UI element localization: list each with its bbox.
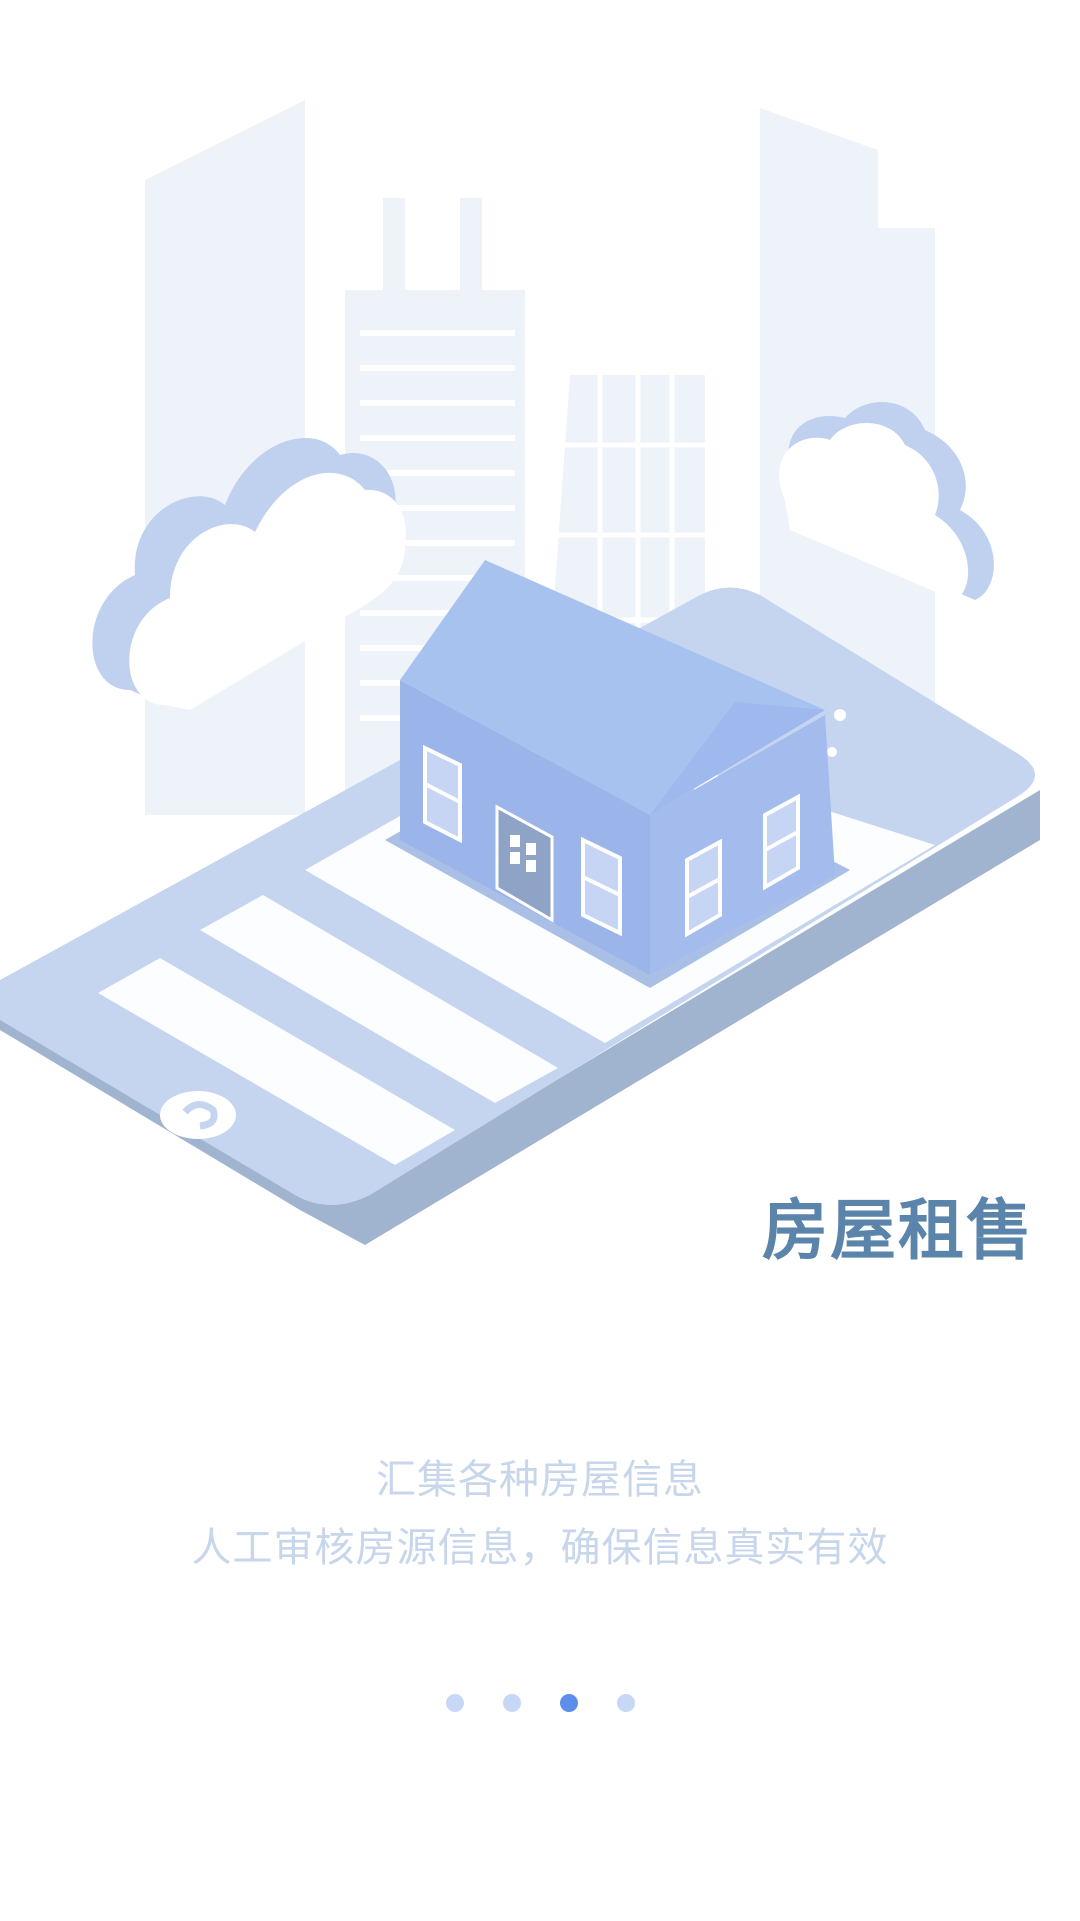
page-indicator	[0, 1694, 1080, 1712]
guide-page: 房屋租售 汇集各种房屋信息 人工审核房源信息，确保信息真实有效	[0, 0, 1080, 1921]
description-line-1: 汇集各种房屋信息	[376, 1457, 704, 1503]
page-dot[interactable]	[445, 1694, 464, 1712]
page-title: 房屋租售	[762, 1192, 1034, 1269]
page-dot[interactable]	[616, 1694, 635, 1712]
description-line-2: 人工审核房源信息，确保信息真实有效	[191, 1525, 889, 1571]
page-dot-active[interactable]	[559, 1694, 578, 1712]
page-dot[interactable]	[502, 1694, 521, 1712]
phone-with-house-illustration	[0, 100, 1040, 1245]
